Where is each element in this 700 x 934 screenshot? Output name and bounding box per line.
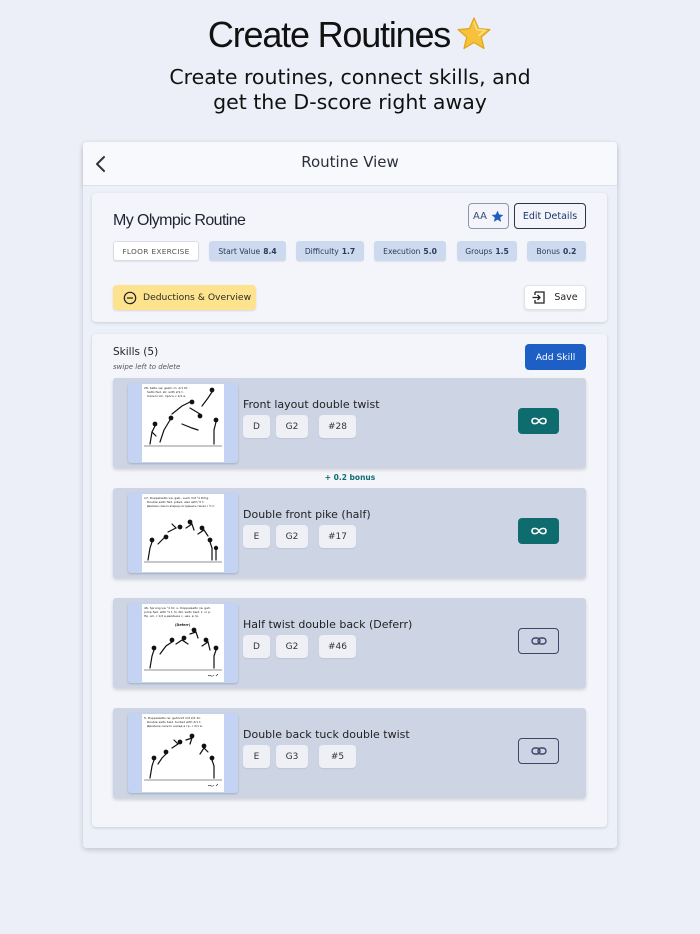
infinity-icon [530,417,547,425]
stat-value: 8.4 [263,246,277,256]
top-bar: Routine View [83,142,617,186]
stat-label: Start Value [218,246,261,256]
aa-label: AA [473,210,487,222]
routine-view-panel: Routine View My Olympic Routine AA Edit … [83,142,617,848]
stat-label: Bonus [536,246,560,256]
connection-toggle[interactable] [518,628,559,654]
connection-toggle[interactable] [518,738,559,764]
skill-row[interactable]: 17. Doppelsalto vw. geb., auch mit ½ Drh… [113,488,586,578]
skill-number-tag: #28 [319,415,356,438]
skill-caption-line: Double salto fwd. piked, also with ½ t. [147,500,204,504]
skill-group-tag: G2 [276,525,308,548]
skill-name: Front layout double twist [243,398,380,411]
stat-label: Groups [465,246,493,256]
star-icon [457,17,491,50]
skill-value-tag: E [243,525,270,548]
skill-number-tag: #46 [319,635,356,658]
save-icon [532,291,545,304]
routine-summary-card: My Olympic Routine AA Edit Details FLOOR… [92,193,607,322]
hero-subtitle-line2: get the D-score right away [213,90,487,114]
stat-value: 1.7 [341,246,356,256]
link-icon [530,747,547,755]
skill-diagram-image: 17. Doppelsalto vw. geb., auch mit ½ Drh… [142,494,224,572]
skill-caption-line: Сальто вп. прогн.с 2/1 в. [147,394,186,398]
event-badge: FLOOR EXERCISE [113,241,199,261]
deductions-label: Deductions & Overview [143,292,252,303]
routine-name: My Olympic Routine [113,212,246,229]
skill-name: Half twist double back (Deferr) [243,618,413,631]
skills-card: Skills (5) swipe left to delete Add Skil… [92,334,607,827]
stat-execution: Execution 5.0 [374,241,446,261]
save-button[interactable]: Save [524,285,586,310]
add-skill-button[interactable]: Add Skill [525,344,586,370]
stat-value: 1.5 [495,246,509,256]
stat-start-value: Start Value 8.4 [209,241,286,261]
skill-name: Double front pike (half) [243,508,371,521]
skill-value-tag: D [243,415,270,438]
skill-image-frame: 5. Doppelsalto rw. gehockt mit 2/1 Dr. D… [128,713,238,793]
aa-favorite-button[interactable]: AA [468,203,509,229]
hero-title-text: Create Routines [207,14,451,55]
skill-diagram-image: 5. Doppelsalto rw. gehockt mit 2/1 Dr. D… [142,714,224,792]
skill-caption-line: Двойное сальто вперед согнувшись также с… [147,504,215,508]
minus-circle-icon [123,291,137,304]
skill-name: Double back tuck double twist [243,728,410,741]
skills-title: Skills (5) [113,346,159,358]
skill-caption-line: Двойное сальто назад в гр. с 2/1 в. [147,724,203,728]
skill-image-frame: 17. Doppelsalto vw. geb., auch mit ½ Drh… [128,493,238,573]
deductions-overview-button[interactable]: Deductions & Overview [113,285,256,310]
infinity-icon [530,527,547,535]
stat-bonus: Bonus 0.2 [527,241,586,261]
connection-toggle[interactable] [518,408,559,434]
skill-caption-line: Пр. вп. с 1/2 в.двойное с. нaз. в гр. [144,614,199,618]
skill-group-tag: G2 [276,635,308,658]
content-area: My Olympic Routine AA Edit Details FLOOR… [83,186,617,848]
edit-details-button[interactable]: Edit Details [514,203,586,229]
skill-diagram-image: 46. Sprung vw. ½ Dr. u. Doppelsalto rw. … [142,604,224,682]
hero-subtitle: Create routines, connect skills, and get… [0,65,700,115]
skill-value-tag: E [243,745,270,768]
skill-row[interactable]: 46. Sprung vw. ½ Dr. u. Doppelsalto rw. … [113,598,586,688]
skill-diagram-image: 28. Salto vw. gestr. m. 2/1 Dr. Salto fw… [142,384,224,462]
stat-groups: Groups 1.5 [457,241,517,261]
skills-hint: swipe left to delete [113,363,181,371]
stat-value: 5.0 [423,246,437,256]
skill-diagram-label: (Deferr) [175,623,191,627]
skill-image-frame: 46. Sprung vw. ½ Dr. u. Doppelsalto rw. … [128,603,238,683]
star-icon [491,210,504,222]
skill-row[interactable]: 5. Doppelsalto rw. gehockt mit 2/1 Dr. D… [113,708,586,798]
skill-number-tag: #5 [319,745,356,768]
skill-group-tag: G2 [276,415,308,438]
skill-image-frame: 28. Salto vw. gestr. m. 2/1 Dr. Salto fw… [128,383,238,463]
stat-value: 0.2 [563,246,577,256]
connection-toggle[interactable] [518,518,559,544]
connection-bonus-label: + 0.2 bonus [324,473,376,482]
skill-row[interactable]: 28. Salto vw. gestr. m. 2/1 Dr. Salto fw… [113,378,586,468]
stat-label: Execution [383,246,421,256]
hero-title: Create Routines [0,14,700,56]
page-title: Routine View [301,153,399,171]
stat-label: Difficulty [304,246,339,256]
skill-value-tag: D [243,635,270,658]
stat-difficulty: Difficulty 1.7 [296,241,364,261]
skill-group-tag: G3 [276,745,308,768]
save-label: Save [554,292,578,303]
hero-subtitle-line1: Create routines, connect skills, and [169,65,531,89]
skill-number-tag: #17 [319,525,356,548]
link-icon [530,637,547,645]
